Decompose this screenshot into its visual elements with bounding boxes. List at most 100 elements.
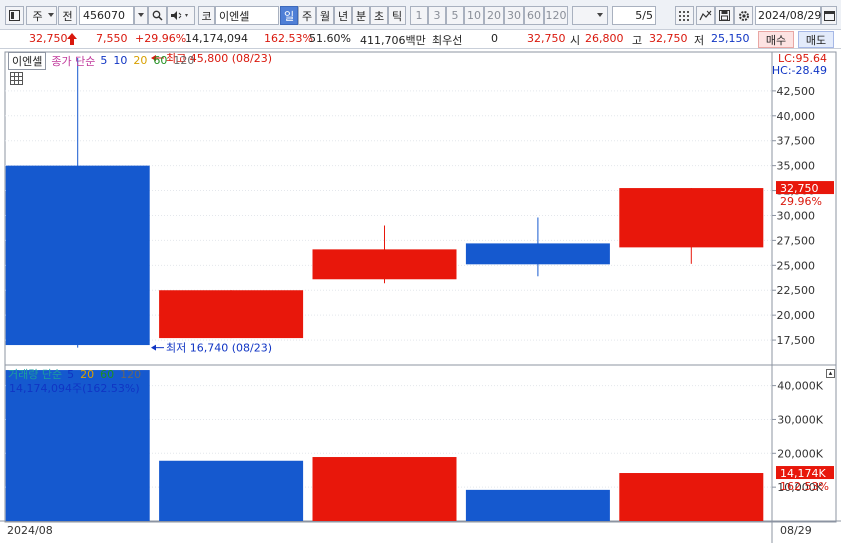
tab-period-3[interactable]: 년 bbox=[334, 6, 352, 25]
ask-price: 32,750 bbox=[527, 32, 566, 45]
price-tick-label: 37,500 bbox=[777, 135, 816, 148]
current-price-label: 32,750 bbox=[780, 182, 819, 195]
whole-button[interactable]: 전 bbox=[58, 6, 77, 25]
ma-period-2: 20 bbox=[133, 54, 148, 67]
open-price: 26,800 bbox=[585, 32, 624, 45]
volume-value: 14,174,094주(162.53%) bbox=[9, 382, 140, 395]
current-volume-label: 14,174K bbox=[780, 467, 826, 480]
candle-body-3 bbox=[465, 243, 610, 265]
interval-button-4[interactable]: 20 bbox=[484, 6, 504, 25]
trade-amount: 411,706백만 bbox=[360, 34, 426, 47]
quote-bar: 32,750 7,550 +29.96% 14,174,094 162.53% … bbox=[0, 30, 841, 49]
ma-period-1: 10 bbox=[113, 54, 128, 67]
price-tick-label: 35,000 bbox=[777, 160, 816, 173]
ma-period-4: 120 bbox=[173, 54, 195, 67]
candle-body-0 bbox=[5, 165, 150, 346]
interval-button-7[interactable]: 120 bbox=[544, 6, 568, 25]
count-total: /5 bbox=[642, 9, 653, 22]
change-amount: 7,550 bbox=[96, 32, 128, 45]
low-price: 25,150 bbox=[711, 32, 750, 45]
price-tick-label: 42,500 bbox=[777, 85, 816, 98]
volume-tick-label: 20,000K bbox=[777, 447, 823, 460]
code-dropdown[interactable] bbox=[134, 6, 148, 25]
speaker-icon[interactable] bbox=[167, 6, 195, 25]
arrow-up-icon bbox=[67, 33, 77, 45]
priority-label: 최우선 bbox=[432, 34, 463, 47]
volume-bar-4 bbox=[619, 473, 764, 521]
market-select[interactable]: 주 bbox=[26, 6, 57, 25]
ma-period-0: 5 bbox=[100, 54, 108, 67]
save-icon[interactable] bbox=[715, 6, 734, 25]
toolbar: 주 전 456070 코 이엔셀 5/5 2024/08/29 일주월년분초틱1… bbox=[0, 0, 841, 30]
tab-period-1[interactable]: 주 bbox=[298, 6, 316, 25]
grid-dots-icon[interactable] bbox=[675, 6, 694, 25]
calendar-icon[interactable] bbox=[821, 6, 837, 25]
tab-period-5[interactable]: 초 bbox=[370, 6, 388, 25]
low-arrowhead bbox=[151, 344, 156, 351]
price-tick-label: 27,500 bbox=[777, 234, 816, 247]
interval-button-6[interactable]: 60 bbox=[524, 6, 544, 25]
price-tick-label: 22,500 bbox=[777, 284, 816, 297]
interval-button-2[interactable]: 5 bbox=[446, 6, 464, 25]
search-icon[interactable] bbox=[148, 6, 167, 25]
chevron-down-icon bbox=[138, 13, 144, 17]
tab-period-0[interactable]: 일 bbox=[280, 6, 298, 25]
footer-left-date: 2024/08 bbox=[7, 524, 53, 537]
interval-button-3[interactable]: 10 bbox=[464, 6, 484, 25]
count-value: 5 bbox=[635, 9, 643, 22]
price-tick-label: 30,000 bbox=[777, 209, 816, 222]
turnover: 51.60% bbox=[309, 32, 351, 45]
volume-ma-period-0: 5 bbox=[67, 367, 75, 381]
footer-right-date: 08/29 bbox=[780, 524, 812, 537]
ma-label: 종가 단순 bbox=[51, 54, 96, 68]
tab-period-6[interactable]: 틱 bbox=[388, 6, 406, 25]
interval-dropdown[interactable] bbox=[572, 6, 608, 25]
current-price: 32,750 bbox=[29, 32, 68, 45]
stock-name-field[interactable]: 이엔셀 bbox=[215, 6, 279, 25]
volume-tick-label: 40,000K bbox=[777, 380, 823, 393]
price-legend: 이엔셀 종가 단순 5 10 20 60 120 bbox=[8, 51, 194, 70]
change-percent: +29.96% bbox=[135, 32, 187, 45]
volume-ma-period-3: 120 bbox=[120, 367, 142, 381]
interval-button-5[interactable]: 30 bbox=[504, 6, 524, 25]
volume-bar-3 bbox=[465, 489, 610, 521]
volume-ma-period-2: 60 bbox=[100, 367, 115, 381]
volume-tick-label: 30,000K bbox=[777, 413, 823, 426]
grid-toggle-icon[interactable] bbox=[10, 72, 23, 85]
buy-button[interactable]: 매수 bbox=[758, 31, 794, 48]
volume-ma-period-1: 20 bbox=[80, 367, 95, 381]
stock-name-box[interactable]: 이엔셀 bbox=[8, 51, 47, 70]
price-tick-label: 25,000 bbox=[777, 259, 816, 272]
tab-period-4[interactable]: 분 bbox=[352, 6, 370, 25]
high-price: 32,750 bbox=[649, 32, 688, 45]
open-label: 시 bbox=[570, 34, 581, 47]
volume-bar-1 bbox=[159, 460, 304, 521]
sell-button[interactable]: 매도 bbox=[798, 31, 834, 48]
price-tick-label: 17,500 bbox=[777, 334, 816, 347]
price-tick-label: 20,000 bbox=[777, 309, 816, 322]
ma-period-3: 60 bbox=[153, 54, 168, 67]
chevron-down-icon bbox=[48, 13, 54, 17]
stock-code-input[interactable]: 456070 bbox=[79, 6, 134, 25]
interval-button-0[interactable]: 1 bbox=[410, 6, 428, 25]
panel-maximize-icon[interactable]: ▴ bbox=[826, 369, 835, 378]
stock-type-button[interactable]: 코 bbox=[198, 6, 215, 25]
low-annotation-text: 최저 16,740 (08/23) bbox=[166, 342, 272, 355]
date-field[interactable]: 2024/08/29 bbox=[755, 6, 821, 25]
count-field[interactable]: 5/5 bbox=[612, 6, 656, 25]
candle-body-2 bbox=[312, 249, 457, 280]
price-tick-label: 40,000 bbox=[777, 110, 816, 123]
panel-toggle-icon[interactable] bbox=[5, 6, 24, 25]
volume-ratio: 162.53% bbox=[264, 32, 313, 45]
low-annotation: 최저 16,740 (08/23) bbox=[151, 342, 272, 355]
stock-chart[interactable]: 42,50040,00037,50035,00032,50030,00027,5… bbox=[0, 50, 841, 543]
candle-body-4 bbox=[619, 188, 764, 248]
gear-icon[interactable] bbox=[734, 6, 753, 25]
tab-period-2[interactable]: 월 bbox=[316, 6, 334, 25]
volume-ma-periods: 5 20 60 120 bbox=[67, 368, 141, 381]
interval-button-1[interactable]: 3 bbox=[428, 6, 446, 25]
high-label: 고 bbox=[632, 34, 643, 47]
chart-settings-icon[interactable] bbox=[696, 6, 715, 25]
hc-value: HC:-28.49 bbox=[771, 64, 827, 77]
ma-periods: 5 10 20 60 120 bbox=[100, 54, 194, 67]
